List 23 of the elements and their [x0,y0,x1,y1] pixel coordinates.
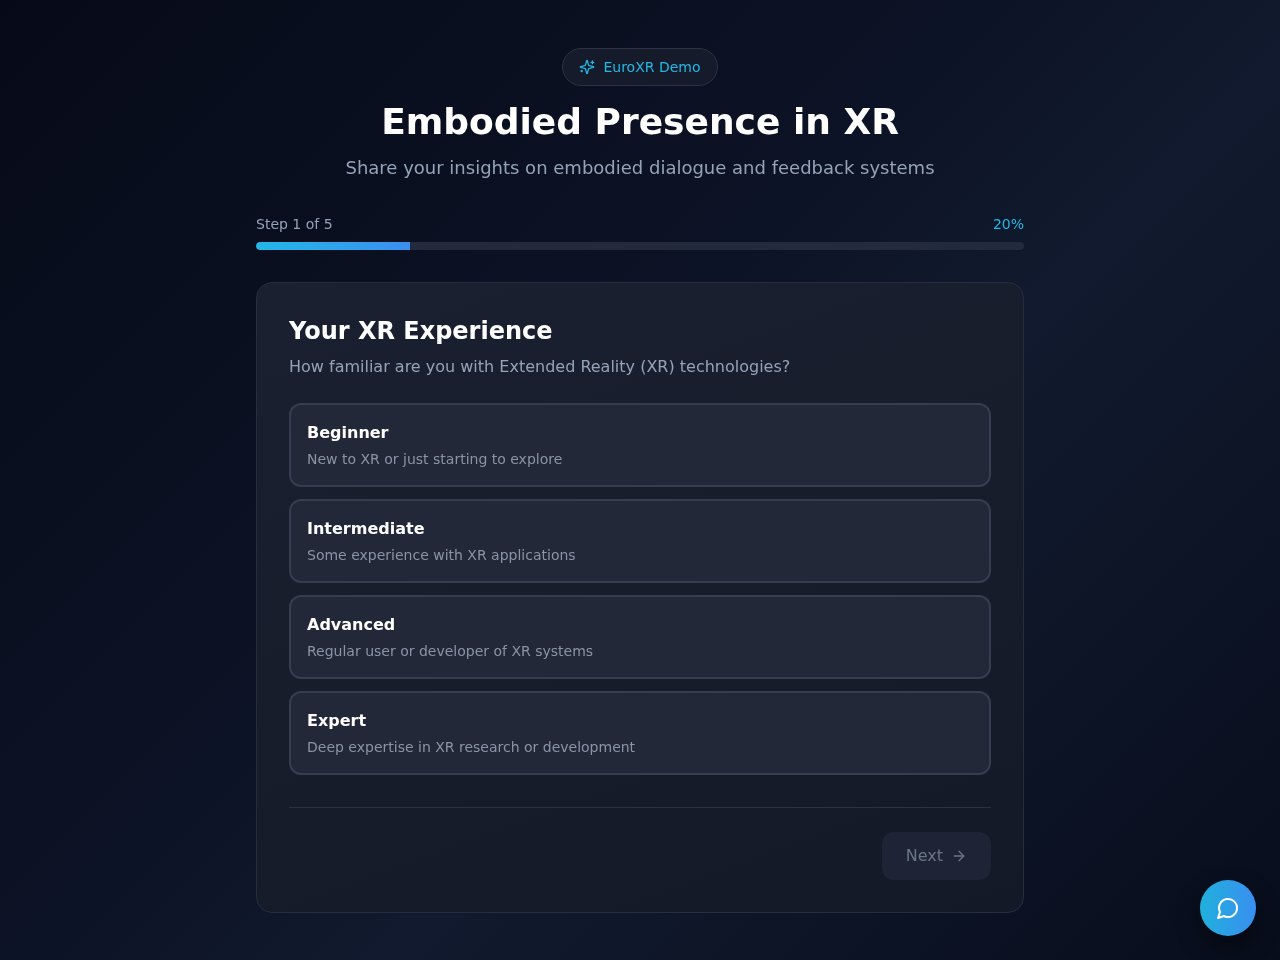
option-label: Expert [307,710,367,732]
option-label: Beginner [307,422,389,444]
option-description: Regular user or developer of XR systems [307,642,594,661]
question-title: Your XR Experience [289,316,554,347]
option-description: Deep expertise in XR research or development [307,738,636,757]
arrow-right-icon [951,848,967,864]
progress-percent: 20% [992,215,1024,234]
option-description: New to XR or just starting to explore [307,450,563,469]
step-label: Step 1 of 5 [256,215,333,234]
chat-icon [1216,896,1240,920]
badge-label: EuroXR Demo [603,58,701,77]
option-description: Some experience with XR applications [307,546,576,565]
option-card[interactable]: Advanced Regular user or developer of XR systems [289,595,991,679]
option-label: Intermediate [307,518,425,540]
question-prompt: How familiar are you with Extended Reality (XR) technologies? [289,356,792,378]
page-title: Embodied Presence in XR [381,102,899,142]
option-card[interactable]: Beginner New to XR or just starting to explore [289,403,991,487]
option-label: Advanced [307,614,396,636]
option-card[interactable]: Expert Deep expertise in XR research or development [289,691,991,775]
page-subtitle: Share your insights on embodied dialogue and feedback systems [345,156,935,180]
chat-button[interactable] [1200,880,1256,936]
sparkles-icon [579,59,596,75]
option-card[interactable]: Intermediate Some experience with XR applications [289,499,991,583]
